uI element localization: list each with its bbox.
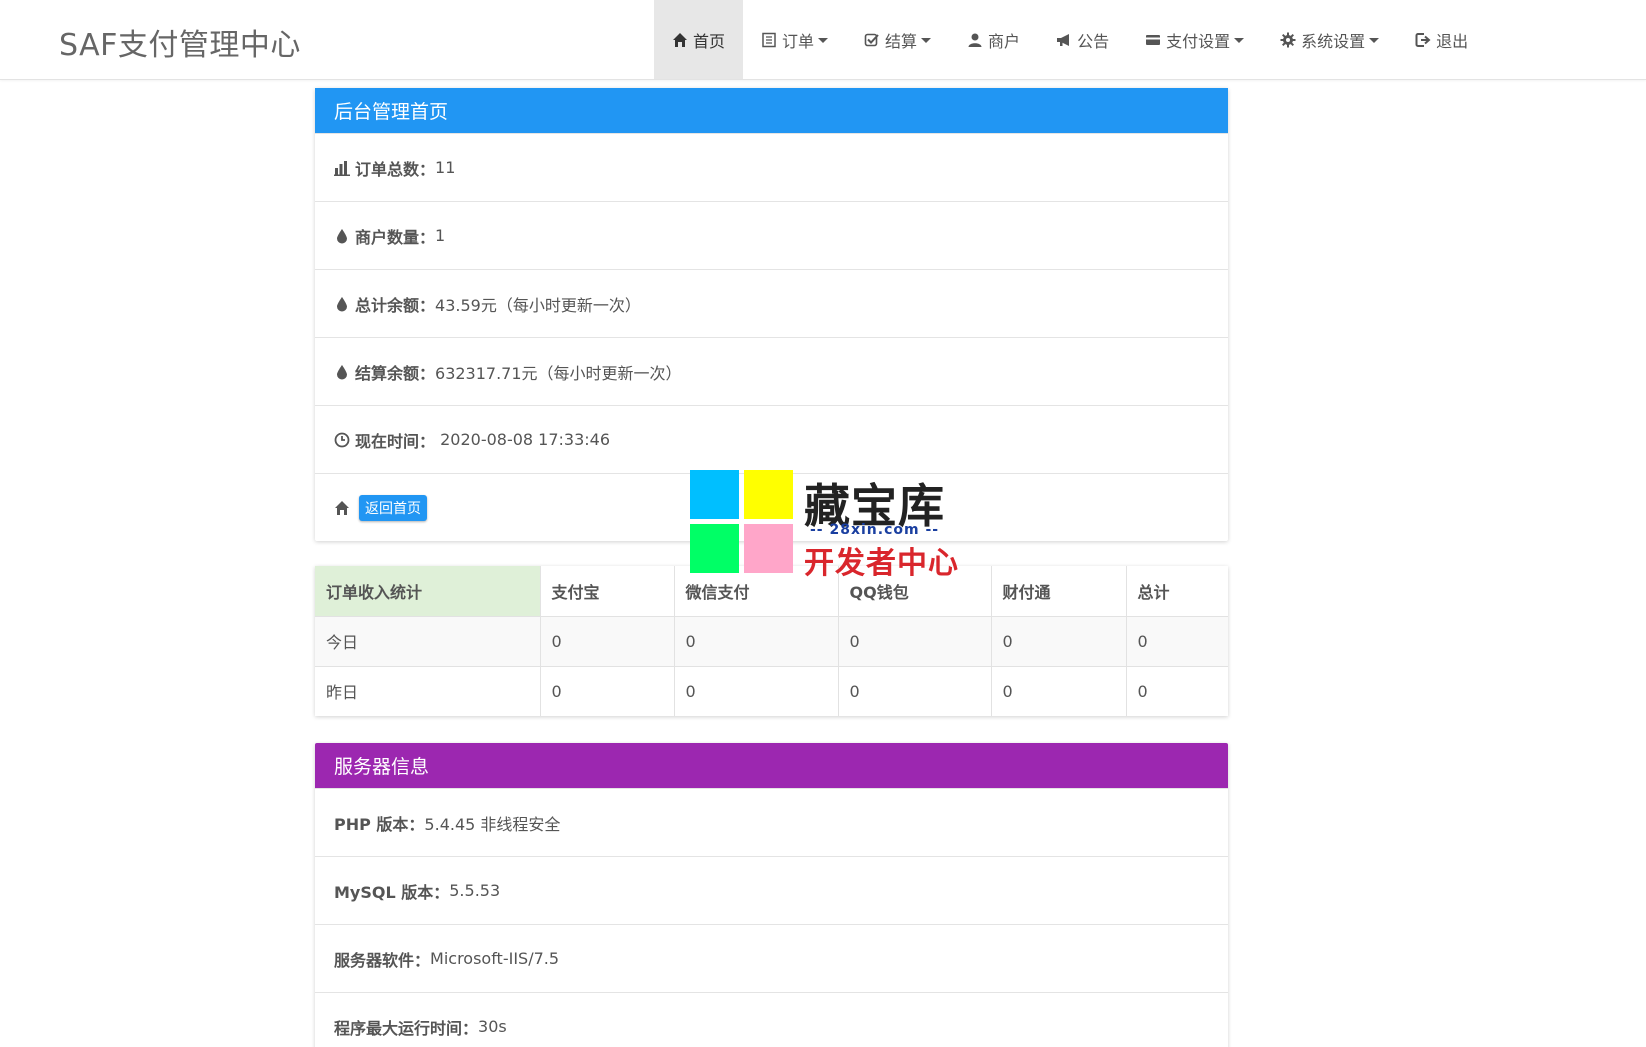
- tint-icon: [337, 364, 347, 379]
- table-cell: 0: [540, 665, 675, 716]
- chevron-down-icon: [1369, 38, 1380, 43]
- bar-chart-icon: [334, 160, 350, 176]
- nav-label: 订单: [782, 31, 815, 51]
- watermark-url: -- 28xin.com --: [810, 522, 940, 538]
- php-version-label: PHP 版本：: [334, 814, 425, 834]
- check-square-icon: [864, 33, 879, 46]
- settle-balance-row: 结算余额： 632317.71元（每小时更新一次）: [315, 337, 1228, 405]
- clock-icon: [334, 432, 350, 447]
- table-cell: 0: [674, 615, 839, 666]
- php-version-value: 5.4.45 非线程安全: [424, 814, 561, 834]
- table-cell: 0: [838, 615, 992, 666]
- total-balance-label: 总计余额：: [355, 295, 436, 315]
- logout-icon: [1415, 32, 1431, 47]
- column-header: 总计: [1126, 566, 1228, 616]
- current-time-value: 2020-08-08 17:33:46: [435, 430, 611, 449]
- bullhorn-icon: [1057, 33, 1070, 46]
- list-icon: [762, 32, 776, 47]
- panel-title: 后台管理首页: [315, 88, 1228, 133]
- watermark-square-pink: [744, 524, 793, 573]
- app-title[interactable]: SAF支付管理中心: [59, 20, 301, 64]
- table-cell: 0: [1126, 665, 1228, 716]
- nav-label: 支付设置: [1166, 31, 1231, 51]
- back-home-button[interactable]: 返回首页: [359, 494, 427, 521]
- settle-balance-label: 结算余额：: [355, 363, 436, 383]
- total-balance-row: 总计余额： 43.59元（每小时更新一次）: [315, 269, 1228, 337]
- table-cell: 0: [674, 665, 839, 716]
- home-icon: [335, 500, 349, 515]
- merchant-count-row: 商户数量： 1: [315, 201, 1228, 269]
- current-time-row: 现在时间： 2020-08-08 17:33:46: [315, 405, 1228, 473]
- table-cell: 今日: [315, 615, 541, 666]
- column-header: 财付通: [991, 566, 1127, 616]
- nav-label: 商户: [988, 31, 1021, 51]
- nav-item-merchants[interactable]: 商户: [949, 0, 1038, 79]
- watermark: 藏宝库 -- 28xin.com -- 开发者中心: [690, 470, 960, 581]
- table-cell: 0: [991, 615, 1127, 666]
- server-info-panel: 服务器信息 PHP 版本： 5.4.45 非线程安全 MySQL 版本： 5.5…: [315, 743, 1228, 1047]
- total-balance-value: 43.59元（每小时更新一次）: [435, 295, 641, 315]
- column-header: 支付宝: [540, 566, 675, 616]
- main-nav: 首页 订单 结算 商户 公告 支付设置 系统设置 退出: [654, 0, 1486, 79]
- user-icon: [968, 33, 982, 47]
- server-software-row: 服务器软件： Microsoft-IIS/7.5: [315, 924, 1228, 992]
- max-runtime-row: 程序最大运行时间： 30s: [315, 992, 1228, 1047]
- top-navbar: SAF支付管理中心 首页 订单 结算 商户 公告 支付设置 系统设置 退出: [0, 0, 1646, 80]
- watermark-subtitle: 开发者中心: [804, 546, 959, 581]
- watermark-square-green: [690, 524, 739, 573]
- nav-label: 公告: [1077, 31, 1110, 51]
- mysql-version-row: MySQL 版本： 5.5.53: [315, 856, 1228, 924]
- table-cell: 0: [540, 615, 675, 666]
- nav-label: 结算: [885, 31, 918, 51]
- nav-item-home[interactable]: 首页: [654, 0, 744, 79]
- table-row: 昨日 0 0 0 0 0: [315, 665, 1228, 716]
- mysql-version-value: 5.5.53: [449, 881, 501, 900]
- tint-icon: [337, 296, 347, 311]
- order-total-row: 订单总数： 11: [315, 133, 1228, 201]
- nav-item-logout[interactable]: 退出: [1397, 0, 1486, 79]
- nav-item-settlement[interactable]: 结算: [846, 0, 949, 79]
- chevron-down-icon: [1234, 38, 1245, 43]
- nav-item-payment-settings[interactable]: 支付设置: [1127, 0, 1262, 79]
- nav-item-notices[interactable]: 公告: [1038, 0, 1127, 79]
- settle-balance-value: 632317.71元（每小时更新一次）: [435, 363, 682, 383]
- watermark-square-cyan: [690, 470, 739, 519]
- watermark-square-yellow: [744, 470, 793, 519]
- table-row: 今日 0 0 0 0 0: [315, 615, 1228, 666]
- php-version-row: PHP 版本： 5.4.45 非线程安全: [315, 788, 1228, 856]
- merchant-count-label: 商户数量：: [355, 227, 436, 247]
- chevron-down-icon: [818, 38, 829, 43]
- server-software-label: 服务器软件：: [334, 950, 431, 970]
- nav-label: 系统设置: [1301, 31, 1366, 51]
- max-runtime-label: 程序最大运行时间：: [334, 1018, 479, 1038]
- max-runtime-value: 30s: [478, 1017, 507, 1036]
- income-stats-table: 订单收入统计 支付宝 微信支付 QQ钱包 财付通 总计 今日 0 0 0 0 0…: [315, 566, 1228, 716]
- column-header: 订单收入统计: [315, 566, 541, 616]
- current-time-label: 现在时间：: [355, 431, 436, 451]
- server-software-value: Microsoft-IIS/7.5: [430, 949, 560, 968]
- table-cell: 0: [838, 665, 992, 716]
- nav-item-system-settings[interactable]: 系统设置: [1262, 0, 1397, 79]
- mysql-version-label: MySQL 版本：: [334, 882, 450, 902]
- order-total-label: 订单总数：: [355, 159, 436, 179]
- nav-label: 退出: [1436, 31, 1469, 51]
- nav-label: 首页: [693, 31, 726, 51]
- gear-icon: [1280, 32, 1296, 47]
- merchant-count-value: 1: [435, 226, 446, 245]
- panel-title: 服务器信息: [315, 743, 1228, 788]
- nav-item-orders[interactable]: 订单: [743, 0, 846, 79]
- table-cell: 0: [991, 665, 1127, 716]
- credit-card-icon: [1146, 34, 1161, 45]
- tint-icon: [337, 228, 347, 243]
- table-cell: 0: [1126, 615, 1228, 666]
- table-cell: 昨日: [315, 665, 541, 716]
- chevron-down-icon: [921, 38, 932, 43]
- order-total-value: 11: [435, 158, 456, 177]
- home-icon: [673, 32, 687, 47]
